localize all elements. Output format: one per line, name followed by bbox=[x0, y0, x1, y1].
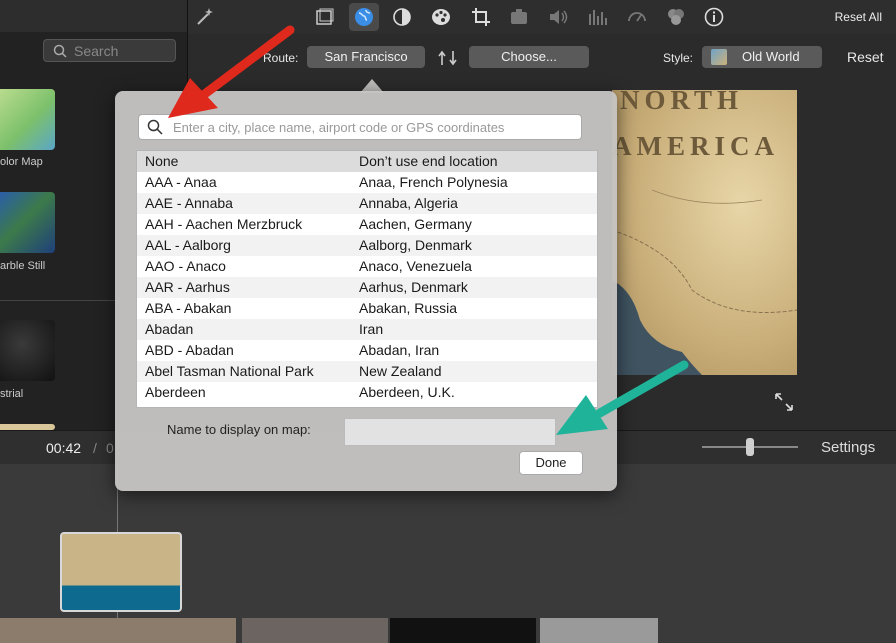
timecode-separator: / bbox=[93, 440, 97, 456]
teal-annotation-arrow bbox=[556, 360, 689, 435]
map-clip[interactable] bbox=[60, 532, 182, 612]
location-list: None Don’t use end location AAA - Anaa Anaa… bbox=[136, 150, 598, 408]
location-row[interactable]: AAO - Anaco Anaco, Venezuela bbox=[137, 256, 597, 277]
location-row[interactable]: AAR - Aarhus Aarhus, Denmark bbox=[137, 277, 597, 298]
globe-button[interactable] bbox=[349, 3, 379, 31]
location-detail: Don’t use end location bbox=[359, 153, 498, 169]
name-display-label: Name to display on map: bbox=[167, 422, 311, 437]
location-detail: Annaba, Algeria bbox=[359, 195, 458, 211]
location-name: Abadan bbox=[145, 321, 194, 337]
style-label: Style: bbox=[663, 51, 694, 65]
location-row[interactable]: None Don’t use end location bbox=[137, 151, 597, 172]
video-clip[interactable] bbox=[390, 618, 536, 643]
location-name: Aberdeen bbox=[145, 384, 206, 400]
location-name: None bbox=[145, 153, 179, 169]
location-name: AAR - Aarhus bbox=[145, 279, 230, 295]
volume-icon[interactable] bbox=[547, 6, 569, 28]
overlay-icon[interactable] bbox=[665, 6, 687, 28]
location-detail: Aarhus, Denmark bbox=[359, 279, 468, 295]
reset-button[interactable]: Reset bbox=[847, 49, 884, 65]
location-row[interactable]: AAL - Aalborg Aalborg, Denmark bbox=[137, 235, 597, 256]
map-preview: NORTH AMERICA bbox=[612, 90, 797, 375]
thumbnail-label: strial bbox=[0, 388, 24, 400]
browser-header bbox=[0, 0, 187, 32]
reset-all-button[interactable]: Reset All bbox=[835, 10, 882, 24]
timecode: 00:42 bbox=[46, 440, 82, 456]
thumbnail-color-map[interactable] bbox=[0, 89, 55, 150]
search-placeholder: Search bbox=[74, 43, 119, 59]
crop-icon[interactable] bbox=[470, 6, 492, 28]
location-detail: Aberdeen, U.K. bbox=[359, 384, 455, 400]
camera-icon[interactable] bbox=[508, 6, 530, 28]
swap-route-icon[interactable] bbox=[437, 48, 459, 68]
location-name: Abel Tasman National Park bbox=[145, 363, 314, 379]
search-icon bbox=[53, 44, 67, 58]
location-row[interactable]: ABA - Abakan Abakan, Russia bbox=[137, 298, 597, 319]
location-detail: New Zealand bbox=[359, 363, 442, 379]
thumbnail-label: arble Still bbox=[0, 260, 46, 272]
thumbnail-label: olor Map bbox=[0, 156, 43, 168]
video-clip[interactable] bbox=[540, 618, 658, 643]
browser-search-input[interactable]: Search bbox=[43, 39, 176, 62]
location-row[interactable]: Aberdeen Aberdeen, U.K. bbox=[137, 382, 597, 403]
location-detail: Abadan, Iran bbox=[359, 342, 440, 358]
globe-icon bbox=[355, 8, 373, 26]
name-display-field[interactable] bbox=[344, 418, 556, 446]
location-row[interactable]: AAA - Anaa Anaa, French Polynesia bbox=[137, 172, 597, 193]
equalizer-icon[interactable] bbox=[586, 6, 608, 28]
location-row[interactable]: AAE - Annaba Annaba, Algeria bbox=[137, 193, 597, 214]
route-start-button[interactable]: San Francisco bbox=[307, 46, 425, 68]
location-detail: Anaa, French Polynesia bbox=[359, 174, 508, 190]
location-name: AAO - Anaco bbox=[145, 258, 226, 274]
location-row[interactable]: Abadan Iran bbox=[137, 319, 597, 340]
location-name: AAA - Anaa bbox=[145, 174, 217, 190]
palette-icon[interactable] bbox=[430, 6, 452, 28]
style-selector[interactable]: Old World bbox=[702, 46, 822, 68]
style-value: Old World bbox=[742, 49, 800, 64]
info-icon[interactable] bbox=[703, 6, 725, 28]
location-row[interactable]: AAH - Aachen Merzbruck Aachen, Germany bbox=[137, 214, 597, 235]
location-detail: Iran bbox=[359, 321, 384, 337]
timecode-total: 0 bbox=[106, 440, 114, 456]
settings-button[interactable]: Settings bbox=[821, 439, 875, 456]
location-detail: Abakan, Russia bbox=[359, 300, 458, 316]
red-annotation-arrow bbox=[168, 25, 295, 118]
speed-icon[interactable] bbox=[626, 6, 648, 28]
map-coastline bbox=[612, 189, 797, 375]
location-name: ABD - Abadan bbox=[145, 342, 234, 358]
location-row[interactable]: Abel Tasman National Park New Zealand bbox=[137, 361, 597, 382]
video-clip[interactable] bbox=[242, 618, 388, 643]
choose-end-button[interactable]: Choose... bbox=[469, 46, 589, 68]
zoom-slider-thumb[interactable] bbox=[746, 438, 754, 456]
location-popover: None Don’t use end location AAA - Anaa Anaa… bbox=[115, 91, 617, 491]
location-detail: Aalborg, Denmark bbox=[359, 237, 472, 253]
location-detail: Anaco, Venezuela bbox=[359, 258, 472, 274]
location-row[interactable]: ABD - Abadan Abadan, Iran bbox=[137, 340, 597, 361]
thumbnail-terrestrial[interactable] bbox=[0, 320, 55, 381]
location-name: AAL - Aalborg bbox=[145, 237, 231, 253]
location-detail: Aachen, Germany bbox=[359, 216, 472, 232]
location-name: ABA - Abakan bbox=[145, 300, 232, 316]
location-name: AAH - Aachen Merzbruck bbox=[145, 216, 303, 232]
crop-frame-icon[interactable] bbox=[313, 6, 335, 28]
location-name: AAE - Annaba bbox=[145, 195, 233, 211]
fullscreen-icon[interactable] bbox=[773, 391, 795, 413]
done-button[interactable]: Done bbox=[519, 451, 583, 475]
color-balance-icon[interactable] bbox=[391, 6, 413, 28]
style-thumbnail-icon bbox=[711, 49, 727, 65]
video-clip[interactable] bbox=[0, 618, 236, 643]
thumbnail-marble-still[interactable] bbox=[0, 192, 55, 253]
